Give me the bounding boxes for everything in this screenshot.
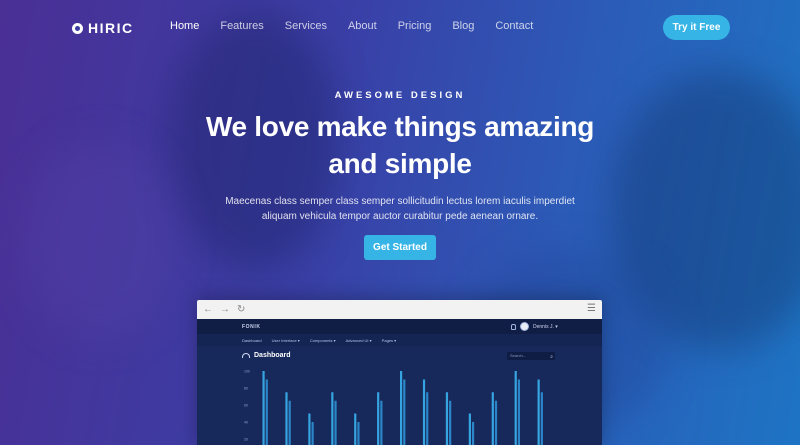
bar bbox=[288, 400, 291, 445]
bar bbox=[403, 379, 406, 445]
y-tick-label: 60 bbox=[244, 404, 248, 408]
bar bbox=[265, 379, 268, 445]
nav-link-features[interactable]: Features bbox=[220, 20, 263, 32]
bar-chart: 0204060801002006200720082009201020112012… bbox=[244, 370, 543, 445]
mockup-nav-item: Pages ▾ bbox=[381, 337, 397, 343]
bar bbox=[308, 413, 311, 445]
bar bbox=[262, 371, 265, 445]
mockup-nav-item: Dashboard bbox=[242, 337, 262, 343]
bar bbox=[426, 392, 429, 445]
brand-name: HIRIC bbox=[88, 20, 134, 36]
dashboard-mockup: ← → ↻ ☰ FONIK Dennis J. ▾ Dashboard User… bbox=[197, 300, 602, 445]
mockup-title-text: Dashboard bbox=[254, 352, 291, 359]
bar bbox=[357, 422, 360, 445]
mockup-nav: Dashboard User Interface ▾ Components ▾ … bbox=[197, 334, 602, 346]
y-tick-label: 20 bbox=[244, 438, 248, 442]
browser-toolbar: ← → ↻ ☰ bbox=[197, 300, 602, 319]
mockup-search: Search... ⌕ bbox=[507, 352, 555, 360]
bar bbox=[449, 400, 452, 445]
y-tick-label: 40 bbox=[244, 421, 248, 425]
hero-headline: We love make things amazing and simple bbox=[205, 111, 595, 179]
mockup-user-name: Dennis J. ▾ bbox=[533, 323, 558, 330]
nav-link-about[interactable]: About bbox=[348, 20, 377, 32]
nav-link-contact[interactable]: Contact bbox=[495, 20, 533, 32]
bar bbox=[331, 392, 334, 445]
mockup-body: Dashboard Search... ⌕ 020406080100200620… bbox=[197, 346, 602, 445]
nav-link-blog[interactable]: Blog bbox=[452, 20, 474, 32]
bar bbox=[311, 422, 314, 445]
try-free-button[interactable]: Try it Free bbox=[663, 15, 730, 40]
back-arrow-icon: ← bbox=[203, 303, 213, 315]
y-tick-label: 100 bbox=[244, 370, 250, 374]
bar bbox=[517, 379, 521, 445]
brand-logo[interactable]: HIRIC bbox=[72, 20, 134, 36]
main-menu: Home Features Services About Pricing Blo… bbox=[170, 20, 554, 32]
hero-subtext: Maecenas class semper class semper solli… bbox=[225, 196, 575, 222]
nav-link-pricing[interactable]: Pricing bbox=[398, 20, 432, 32]
bell-icon bbox=[511, 323, 516, 330]
avatar bbox=[520, 322, 529, 331]
menu-icon: ☰ bbox=[587, 303, 596, 314]
mockup-title: Dashboard bbox=[242, 352, 291, 359]
bar bbox=[537, 379, 540, 445]
bar bbox=[377, 392, 380, 445]
mockup-nav-item: Advanced UI ▾ bbox=[345, 337, 372, 343]
bar bbox=[422, 379, 426, 445]
gauge-icon bbox=[242, 353, 250, 358]
mockup-nav-item: User Interface ▾ bbox=[271, 337, 300, 343]
bar bbox=[494, 400, 498, 445]
reload-icon: ↻ bbox=[237, 303, 246, 315]
bar bbox=[354, 413, 357, 445]
bar bbox=[334, 400, 337, 445]
bar bbox=[400, 371, 403, 445]
bar bbox=[491, 392, 494, 445]
y-tick-label: 80 bbox=[244, 387, 248, 391]
bar bbox=[380, 400, 383, 445]
mockup-header: FONIK Dennis J. ▾ bbox=[197, 319, 602, 334]
forward-arrow-icon: → bbox=[220, 303, 230, 315]
search-icon: ⌕ bbox=[550, 354, 553, 360]
mockup-search-placeholder: Search... bbox=[510, 353, 527, 358]
bar bbox=[540, 392, 543, 445]
mockup-brand: FONIK bbox=[242, 324, 261, 330]
bar bbox=[514, 371, 517, 445]
nav-link-home[interactable]: Home bbox=[170, 20, 199, 32]
nav-link-services[interactable]: Services bbox=[285, 20, 327, 32]
bar bbox=[285, 392, 288, 445]
bar bbox=[471, 422, 475, 445]
bar bbox=[445, 392, 449, 445]
background-shape bbox=[20, 140, 180, 340]
logo-icon bbox=[72, 22, 83, 34]
mockup-user: Dennis J. ▾ bbox=[511, 322, 558, 331]
get-started-button[interactable]: Get Started bbox=[364, 235, 436, 260]
bar bbox=[468, 413, 471, 445]
top-navigation: HIRIC Home Features Services About Prici… bbox=[0, 0, 800, 55]
mockup-nav-item: Components ▾ bbox=[309, 337, 336, 343]
hero-eyebrow: AWESOME DESIGN bbox=[334, 90, 466, 101]
